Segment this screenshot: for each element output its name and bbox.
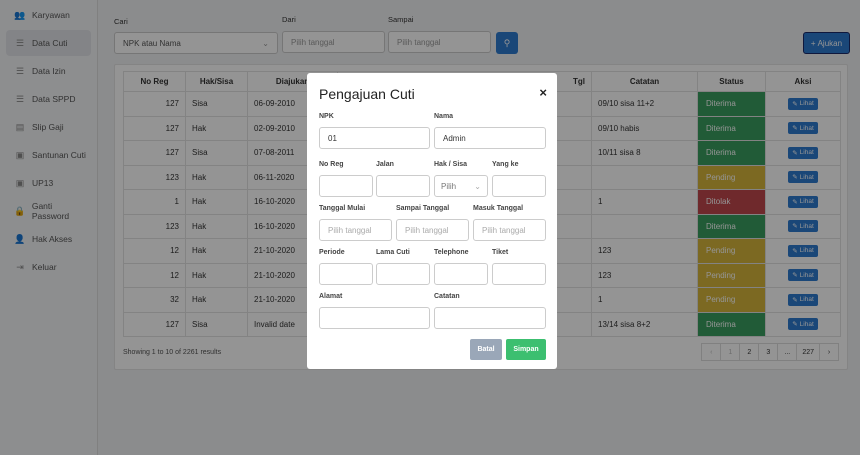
- lamacuti-label: Lama Cuti: [376, 249, 410, 256]
- jalan-label: Jalan: [376, 161, 394, 168]
- sampaitgl-label: Sampai Tanggal: [396, 205, 450, 212]
- nama-label: Nama: [434, 113, 454, 120]
- noreg-field[interactable]: [319, 175, 373, 197]
- tiket-label: Tiket: [492, 249, 509, 256]
- telephone-field[interactable]: [434, 263, 488, 285]
- npk-field[interactable]: 01: [319, 127, 430, 149]
- yangke-label: Yang ke: [492, 161, 519, 168]
- catatan-label: Catatan: [434, 293, 460, 300]
- close-icon[interactable]: ×: [539, 85, 547, 100]
- sampaitgl-date-input[interactable]: Pilih tanggal: [396, 219, 469, 241]
- chevron-down-icon: ⌄: [474, 181, 481, 191]
- telephone-label: Telephone: [434, 249, 469, 256]
- yangke-field[interactable]: [492, 175, 546, 197]
- catatan-field[interactable]: [434, 307, 546, 329]
- jalan-field[interactable]: [376, 175, 430, 197]
- modal-title: Pengajuan Cuti: [319, 86, 415, 102]
- tglmulai-date-input[interactable]: Pilih tanggal: [319, 219, 392, 241]
- masuktgl-label: Masuk Tanggal: [473, 205, 524, 212]
- npk-label: NPK: [319, 113, 334, 120]
- alamat-field[interactable]: [319, 307, 430, 329]
- batal-button[interactable]: Batal: [470, 339, 502, 360]
- alamat-label: Alamat: [319, 293, 343, 300]
- lamacuti-field[interactable]: [376, 263, 430, 285]
- periode-label: Periode: [319, 249, 345, 256]
- nama-field[interactable]: Admin: [434, 127, 546, 149]
- periode-field[interactable]: [319, 263, 373, 285]
- simpan-button[interactable]: Simpan: [506, 339, 546, 360]
- haksisa-select[interactable]: Pilih ⌄: [434, 175, 488, 197]
- noreg-label: No Reg: [319, 161, 344, 168]
- haksisa-label: Hak / Sisa: [434, 161, 468, 168]
- tiket-field[interactable]: [492, 263, 546, 285]
- masuktgl-date-input[interactable]: Pilih tanggal: [473, 219, 546, 241]
- tglmulai-label: Tanggal Mulai: [319, 205, 366, 212]
- haksisa-select-value: Pilih: [441, 181, 457, 191]
- pengajuan-cuti-modal: Pengajuan Cuti × NPK 01 Nama Admin No Re…: [307, 73, 557, 369]
